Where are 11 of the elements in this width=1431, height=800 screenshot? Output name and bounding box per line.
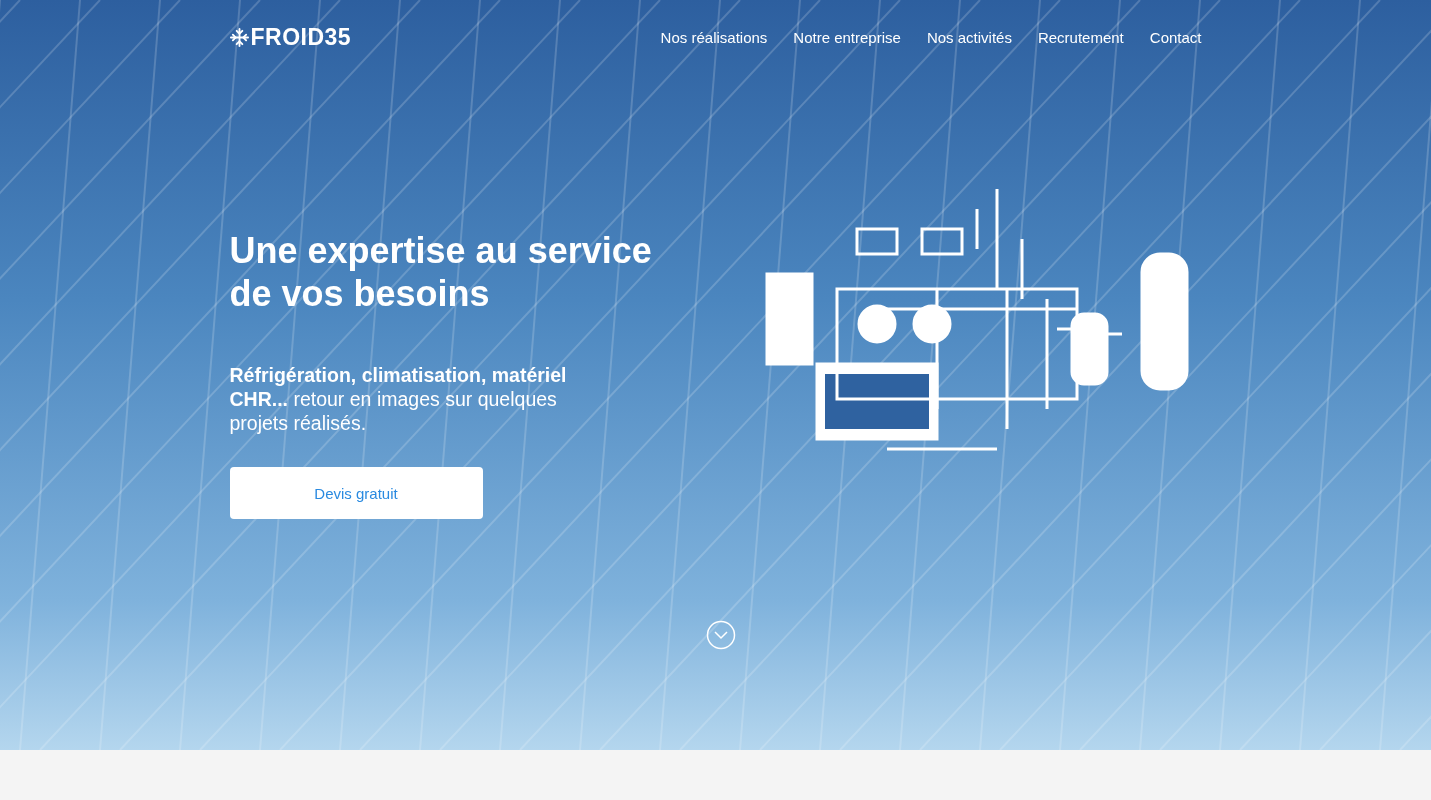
nav-link[interactable]: Contact <box>1149 28 1202 46</box>
nav-link[interactable]: Recrutement <box>1037 28 1124 46</box>
logo-text[interactable]: FROID35 <box>250 23 352 51</box>
hero-subtitle: Réfrigération, climatisation, matériel CHR... retour en images sur quelques projets réalisés. <box>229 363 568 435</box>
nav-link[interactable]: Nos réalisations <box>660 28 768 46</box>
quote-button[interactable]: Devis gratuit <box>229 467 483 519</box>
nav-link[interactable]: Notre entreprise <box>793 28 901 46</box>
hero-title: Une expertise au service de vos besoins <box>229 229 653 315</box>
scroll-down-icon[interactable] <box>705 620 736 650</box>
nav-link[interactable]: Nos activités <box>926 28 1012 46</box>
snowflake-icon <box>229 27 249 47</box>
